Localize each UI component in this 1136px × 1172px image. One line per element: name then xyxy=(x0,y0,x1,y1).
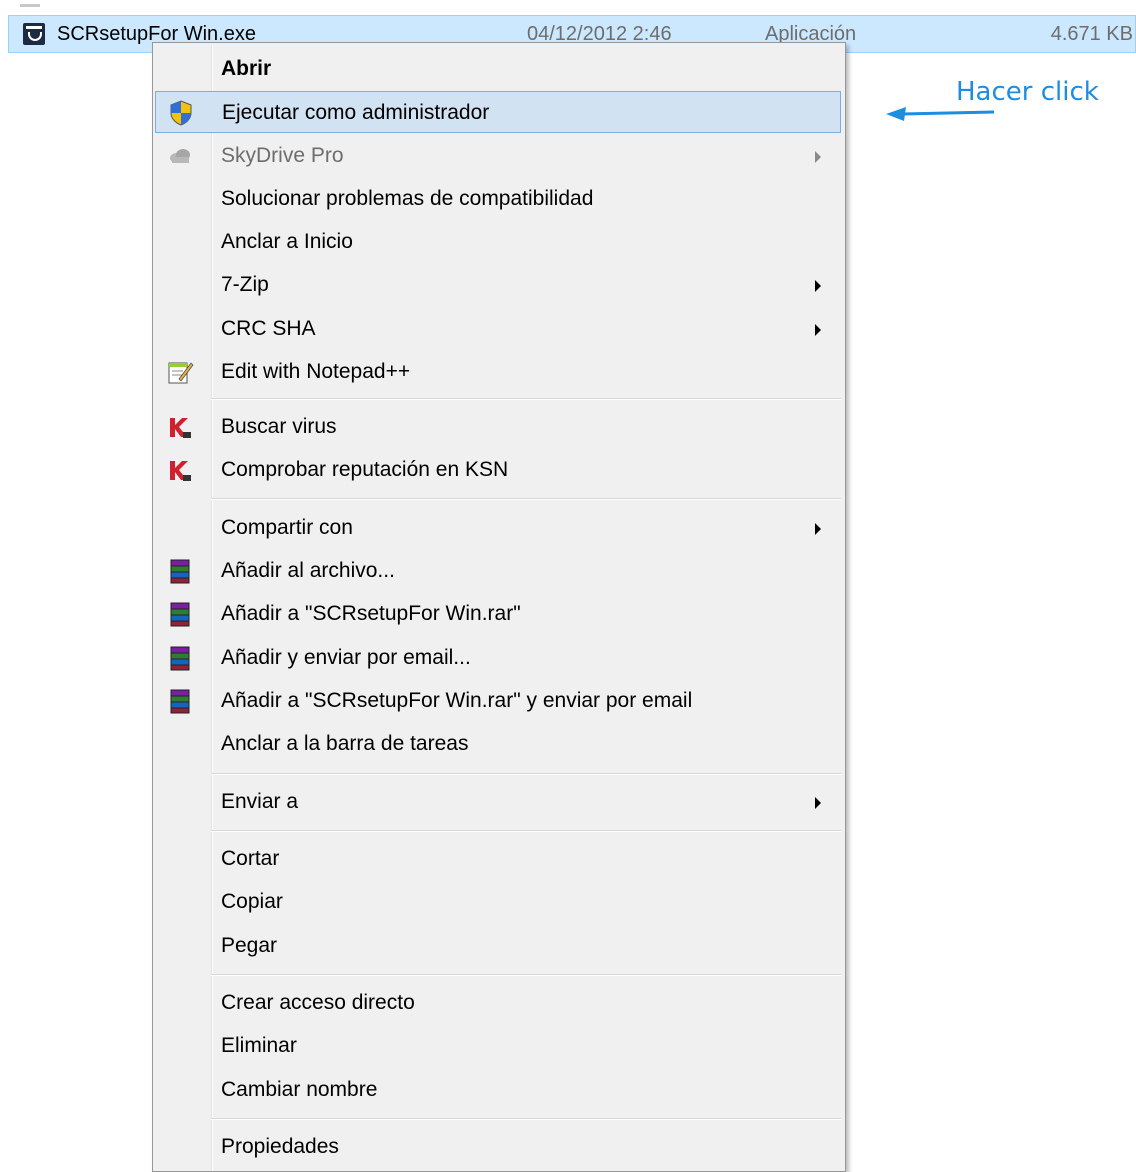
winrar-icon xyxy=(165,686,195,716)
menu-item-properties[interactable]: Propiedades xyxy=(155,1126,841,1168)
menu-item-label: Compartir con xyxy=(221,516,353,539)
menu-item-label: Propiedades xyxy=(221,1135,339,1158)
menu-item-send-to[interactable]: Enviar a xyxy=(155,781,841,823)
kaspersky-icon xyxy=(165,412,195,442)
winrar-icon xyxy=(165,556,195,586)
menu-item-add-to-rar-and-email[interactable]: Añadir a "SCRsetupFor Win.rar" y enviar … xyxy=(155,680,841,722)
kaspersky-icon xyxy=(165,455,195,485)
context-menu: Abrir Ejecutar como administrador SkyDri… xyxy=(152,42,846,1172)
menu-item-run-as-admin[interactable]: Ejecutar como administrador xyxy=(155,91,841,133)
submenu-arrow-icon xyxy=(815,151,821,163)
menu-item-skydrive-pro[interactable]: SkyDrive Pro xyxy=(155,135,841,177)
menu-item-scan-virus[interactable]: Buscar virus xyxy=(155,406,841,448)
menu-item-label: Cortar xyxy=(221,847,280,870)
menu-item-label: 7-Zip xyxy=(221,273,269,296)
menu-item-label: Pegar xyxy=(221,934,278,957)
menu-item-label: Añadir a "SCRsetupFor Win.rar" xyxy=(221,602,521,625)
menu-item-label: Comprobar reputación en KSN xyxy=(221,458,509,481)
menu-item-check-ksn[interactable]: Comprobar reputación en KSN xyxy=(155,449,841,491)
menu-item-add-and-email[interactable]: Añadir y enviar por email... xyxy=(155,637,841,679)
menu-item-label: Solucionar problemas de compatibilidad xyxy=(221,187,594,210)
menu-separator xyxy=(211,830,841,832)
menu-separator xyxy=(211,1118,841,1120)
menu-item-label: Anclar a Inicio xyxy=(221,230,353,253)
submenu-arrow-icon xyxy=(815,523,821,535)
menu-item-label: Cambiar nombre xyxy=(221,1078,378,1101)
menu-item-copy[interactable]: Copiar xyxy=(155,881,841,923)
setup-app-icon xyxy=(23,23,45,45)
menu-item-label: Crear acceso directo xyxy=(221,991,415,1014)
menu-item-label: Abrir xyxy=(221,57,272,80)
menu-item-crc-sha[interactable]: CRC SHA xyxy=(155,308,841,350)
menu-item-pin-to-start[interactable]: Anclar a Inicio xyxy=(155,221,841,263)
menu-item-label: Añadir a "SCRsetupFor Win.rar" y enviar … xyxy=(221,689,693,712)
menu-item-paste[interactable]: Pegar xyxy=(155,925,841,967)
menu-item-cut[interactable]: Cortar xyxy=(155,838,841,880)
menu-item-troubleshoot-compat[interactable]: Solucionar problemas de compatibilidad xyxy=(155,178,841,220)
winrar-icon xyxy=(165,643,195,673)
uac-shield-icon xyxy=(166,98,196,128)
menu-separator xyxy=(211,773,841,775)
menu-item-label: Copiar xyxy=(221,890,283,913)
menu-item-share-with[interactable]: Compartir con xyxy=(155,507,841,549)
menu-item-delete[interactable]: Eliminar xyxy=(155,1025,841,1067)
cloud-icon xyxy=(165,141,195,171)
annotation-arrow-icon xyxy=(886,107,995,121)
menu-item-label: Edit with Notepad++ xyxy=(221,360,411,383)
menu-item-add-to-archive[interactable]: Añadir al archivo... xyxy=(155,550,841,592)
menu-item-abrir[interactable]: Abrir xyxy=(155,48,841,90)
menu-item-rename[interactable]: Cambiar nombre xyxy=(155,1069,841,1111)
menu-separator xyxy=(211,398,841,400)
menu-item-edit-notepadpp[interactable]: Edit with Notepad++ xyxy=(155,351,841,393)
menu-item-label: Enviar a xyxy=(221,790,299,813)
list-row-edge xyxy=(20,4,40,7)
menu-item-label: Buscar virus xyxy=(221,415,337,438)
menu-item-label: Añadir al archivo... xyxy=(221,559,395,582)
file-size: 4.671 KB xyxy=(1050,23,1133,45)
menu-item-add-to-rar[interactable]: Añadir a "SCRsetupFor Win.rar" xyxy=(155,593,841,635)
winrar-icon xyxy=(165,599,195,629)
menu-item-label: Eliminar xyxy=(221,1034,297,1057)
submenu-arrow-icon xyxy=(815,797,821,809)
submenu-arrow-icon xyxy=(815,324,821,336)
menu-item-label: Ejecutar como administrador xyxy=(222,101,490,124)
menu-item-7zip[interactable]: 7-Zip xyxy=(155,264,841,306)
menu-item-create-shortcut[interactable]: Crear acceso directo xyxy=(155,982,841,1024)
menu-item-label: CRC SHA xyxy=(221,317,316,340)
notepad-icon xyxy=(165,357,195,387)
menu-separator xyxy=(211,974,841,976)
menu-item-label: SkyDrive Pro xyxy=(221,144,344,167)
submenu-arrow-icon xyxy=(815,280,821,292)
menu-item-pin-to-taskbar[interactable]: Anclar a la barra de tareas xyxy=(155,723,841,765)
menu-item-label: Anclar a la barra de tareas xyxy=(221,732,469,755)
menu-separator xyxy=(211,498,841,500)
menu-item-label: Añadir y enviar por email... xyxy=(221,646,471,669)
